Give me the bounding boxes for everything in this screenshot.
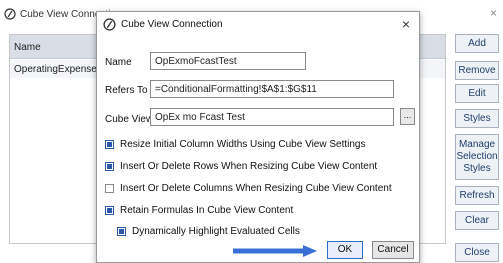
cube-view-label: Cube View: [105, 114, 154, 125]
refers-to-label: Refers To: [105, 85, 148, 96]
remove-button[interactable]: Remove: [455, 61, 499, 80]
highlight-cells-label: Dynamically Highlight Evaluated Cells: [132, 226, 300, 237]
checkbox-icon: [105, 206, 114, 215]
app-logo-icon: [103, 18, 116, 31]
resize-columns-label: Resize Initial Column Widths Using Cube …: [120, 139, 366, 150]
grid-header-name: Name: [14, 42, 41, 53]
edit-button[interactable]: Edit: [455, 84, 499, 103]
insert-delete-rows-checkbox[interactable]: Insert Or Delete Rows When Resizing Cube…: [105, 161, 377, 172]
insert-delete-columns-label: Insert Or Delete Columns When Resizing C…: [120, 183, 392, 194]
dialog-title: Cube View Connection: [121, 19, 223, 30]
ok-button[interactable]: OK: [327, 241, 363, 259]
cube-view-field[interactable]: OpEx mo Fcast Test: [150, 108, 394, 126]
dialog-close-icon[interactable]: ×: [402, 16, 410, 32]
close-button[interactable]: Close: [455, 243, 499, 262]
app-logo-icon: [4, 8, 16, 20]
name-label: Name: [105, 57, 132, 68]
name-field[interactable]: OpExmoFcastTest: [150, 52, 306, 70]
cube-view-browse-button[interactable]: ...: [400, 108, 415, 125]
checkbox-icon: [117, 227, 126, 236]
checkbox-icon: [105, 184, 114, 193]
add-button[interactable]: Add: [455, 34, 499, 53]
checkbox-icon: [105, 140, 114, 149]
resize-columns-checkbox[interactable]: Resize Initial Column Widths Using Cube …: [105, 139, 365, 150]
highlight-cells-checkbox[interactable]: Dynamically Highlight Evaluated Cells: [117, 226, 300, 237]
grid-cell-name: OperatingExpense1: [14, 64, 103, 75]
cancel-button[interactable]: Cancel: [372, 241, 414, 259]
background-close-icon[interactable]: ×: [490, 6, 497, 20]
insert-delete-rows-label: Insert Or Delete Rows When Resizing Cube…: [120, 161, 378, 172]
arrow-annotation-icon: [233, 245, 317, 257]
refers-to-field[interactable]: =ConditionalFormatting!$A$1:$G$11: [150, 80, 394, 98]
cube-view-connection-dialog: Cube View Connection × Name OpExmoFcastT…: [96, 11, 420, 263]
retain-formulas-label: Retain Formulas In Cube View Content: [120, 205, 294, 216]
dialog-title-bar: Cube View Connection: [103, 18, 223, 31]
refresh-button[interactable]: Refresh: [455, 186, 499, 205]
manage-selection-styles-button[interactable]: Manage Selection Styles: [455, 134, 499, 180]
retain-formulas-checkbox[interactable]: Retain Formulas In Cube View Content: [105, 205, 293, 216]
clear-button[interactable]: Clear: [455, 211, 499, 230]
styles-button[interactable]: Styles: [455, 109, 499, 128]
insert-delete-columns-checkbox[interactable]: Insert Or Delete Columns When Resizing C…: [105, 183, 392, 194]
checkbox-icon: [105, 162, 114, 171]
